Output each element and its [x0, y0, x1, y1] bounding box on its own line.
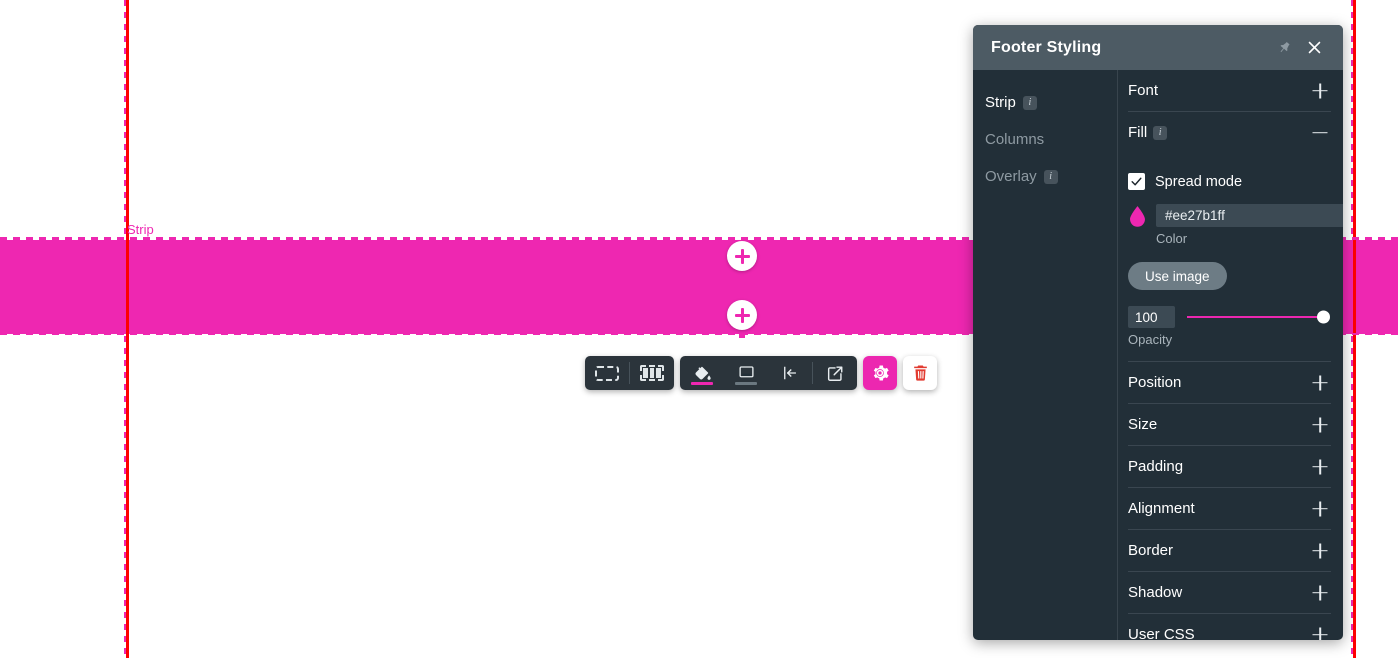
section-header-size[interactable]: Size: [1128, 404, 1331, 446]
toolbar-group-style: [680, 356, 857, 390]
external-link-icon: [827, 365, 843, 381]
collapse-icon[interactable]: [1309, 122, 1331, 144]
columns-icon: [640, 365, 664, 381]
select-strip-button[interactable]: [585, 356, 629, 390]
fill-color-button[interactable]: [680, 356, 724, 390]
fill-section-body: Spread mode Color Use image: [1128, 153, 1343, 362]
opacity-input[interactable]: [1128, 306, 1175, 328]
spread-mode-row[interactable]: Spread mode: [1128, 165, 1331, 204]
section-header-font[interactable]: Font: [1128, 70, 1331, 112]
pin-icon: [1280, 41, 1290, 53]
guide-line-right: [1353, 0, 1356, 658]
section-header-user-css[interactable]: User CSS: [1128, 614, 1331, 640]
background-button[interactable]: [724, 356, 768, 390]
expand-icon[interactable]: [1309, 498, 1331, 520]
nav-item-label: Overlay: [985, 168, 1037, 185]
spread-mode-checkbox[interactable]: [1128, 173, 1145, 190]
panel-header: Footer Styling: [973, 25, 1343, 70]
section-header-shadow[interactable]: Shadow: [1128, 572, 1331, 614]
color-sublabel: Color: [1156, 231, 1188, 246]
open-external-button[interactable]: [813, 356, 857, 390]
use-image-button[interactable]: Use image: [1128, 262, 1227, 290]
section-header-border[interactable]: Border: [1128, 530, 1331, 572]
pin-panel-button[interactable]: [1269, 33, 1299, 63]
align-left-icon: [784, 366, 796, 380]
section-label: Shadow: [1128, 584, 1183, 601]
frame-icon: [738, 366, 754, 378]
spread-mode-label: Spread mode: [1155, 173, 1243, 190]
nav-item-strip[interactable]: Strip i: [973, 84, 1117, 121]
expand-icon[interactable]: [1309, 414, 1331, 436]
check-icon: [1131, 177, 1142, 186]
expand-icon[interactable]: [1309, 456, 1331, 478]
nav-item-label: Columns: [985, 131, 1045, 148]
section-label: Border: [1128, 542, 1174, 559]
section-header-alignment[interactable]: Alignment: [1128, 488, 1331, 530]
section-header-padding[interactable]: Padding: [1128, 446, 1331, 488]
opacity-slider-handle[interactable]: [1317, 310, 1330, 324]
gear-icon: [873, 365, 889, 381]
section-label: Position: [1128, 374, 1182, 391]
footer-styling-panel[interactable]: Footer Styling Strip i Columns Overlay i…: [973, 25, 1343, 640]
align-left-button[interactable]: [768, 356, 812, 390]
panel-title: Footer Styling: [991, 38, 1102, 56]
panel-body: Strip i Columns Overlay i Font Fill i Sp…: [973, 70, 1343, 640]
expand-icon[interactable]: [1309, 624, 1331, 641]
delete-button[interactable]: [903, 356, 937, 390]
fill-color-indicator: [691, 382, 713, 385]
section-label: Font: [1128, 82, 1159, 99]
opacity-slider[interactable]: [1187, 310, 1330, 324]
select-columns-button[interactable]: [630, 356, 674, 390]
info-icon[interactable]: i: [1022, 95, 1037, 110]
paint-bucket-icon: [695, 366, 711, 380]
settings-button[interactable]: [863, 356, 897, 390]
close-icon: [1308, 41, 1320, 54]
section-label: Size: [1128, 416, 1158, 433]
section-label: Padding: [1128, 458, 1184, 475]
dashed-rectangle-icon: [595, 365, 619, 381]
expand-icon[interactable]: [1309, 540, 1331, 562]
nav-item-columns[interactable]: Columns: [973, 121, 1117, 158]
trash-icon: [913, 365, 927, 381]
info-icon[interactable]: i: [1043, 169, 1058, 184]
color-hex-input[interactable]: [1156, 204, 1343, 227]
section-label: User CSS: [1128, 626, 1195, 640]
color-row: [1128, 204, 1343, 227]
expand-icon[interactable]: [1309, 372, 1331, 394]
strip-label: Strip: [127, 222, 154, 237]
add-section-above-button[interactable]: [727, 241, 757, 271]
expand-icon[interactable]: [1309, 582, 1331, 604]
panel-sections: Font Fill i Spread mode #ee27b1ff Color …: [1118, 70, 1343, 640]
expand-icon[interactable]: [1309, 80, 1331, 102]
opacity-row: [1128, 306, 1331, 328]
section-header-fill[interactable]: Fill i: [1128, 112, 1331, 153]
element-toolbar[interactable]: [585, 356, 937, 390]
panel-nav: Strip i Columns Overlay i: [973, 70, 1118, 640]
add-section-below-button[interactable]: [727, 300, 757, 330]
add-section-stem: [739, 330, 745, 338]
guide-line-left: [126, 0, 129, 658]
nav-item-label: Strip: [985, 94, 1016, 111]
background-indicator: [735, 382, 757, 385]
section-label: Alignment: [1128, 500, 1195, 517]
close-panel-button[interactable]: [1299, 33, 1329, 63]
section-header-position[interactable]: Position: [1128, 362, 1331, 404]
nav-item-overlay[interactable]: Overlay i: [973, 158, 1117, 195]
toolbar-group-selection: [585, 356, 674, 390]
opacity-sublabel: Opacity: [1128, 332, 1173, 347]
info-icon[interactable]: i: [1153, 125, 1168, 140]
color-drop-icon[interactable]: [1128, 205, 1147, 227]
section-label: Fill: [1128, 124, 1148, 141]
